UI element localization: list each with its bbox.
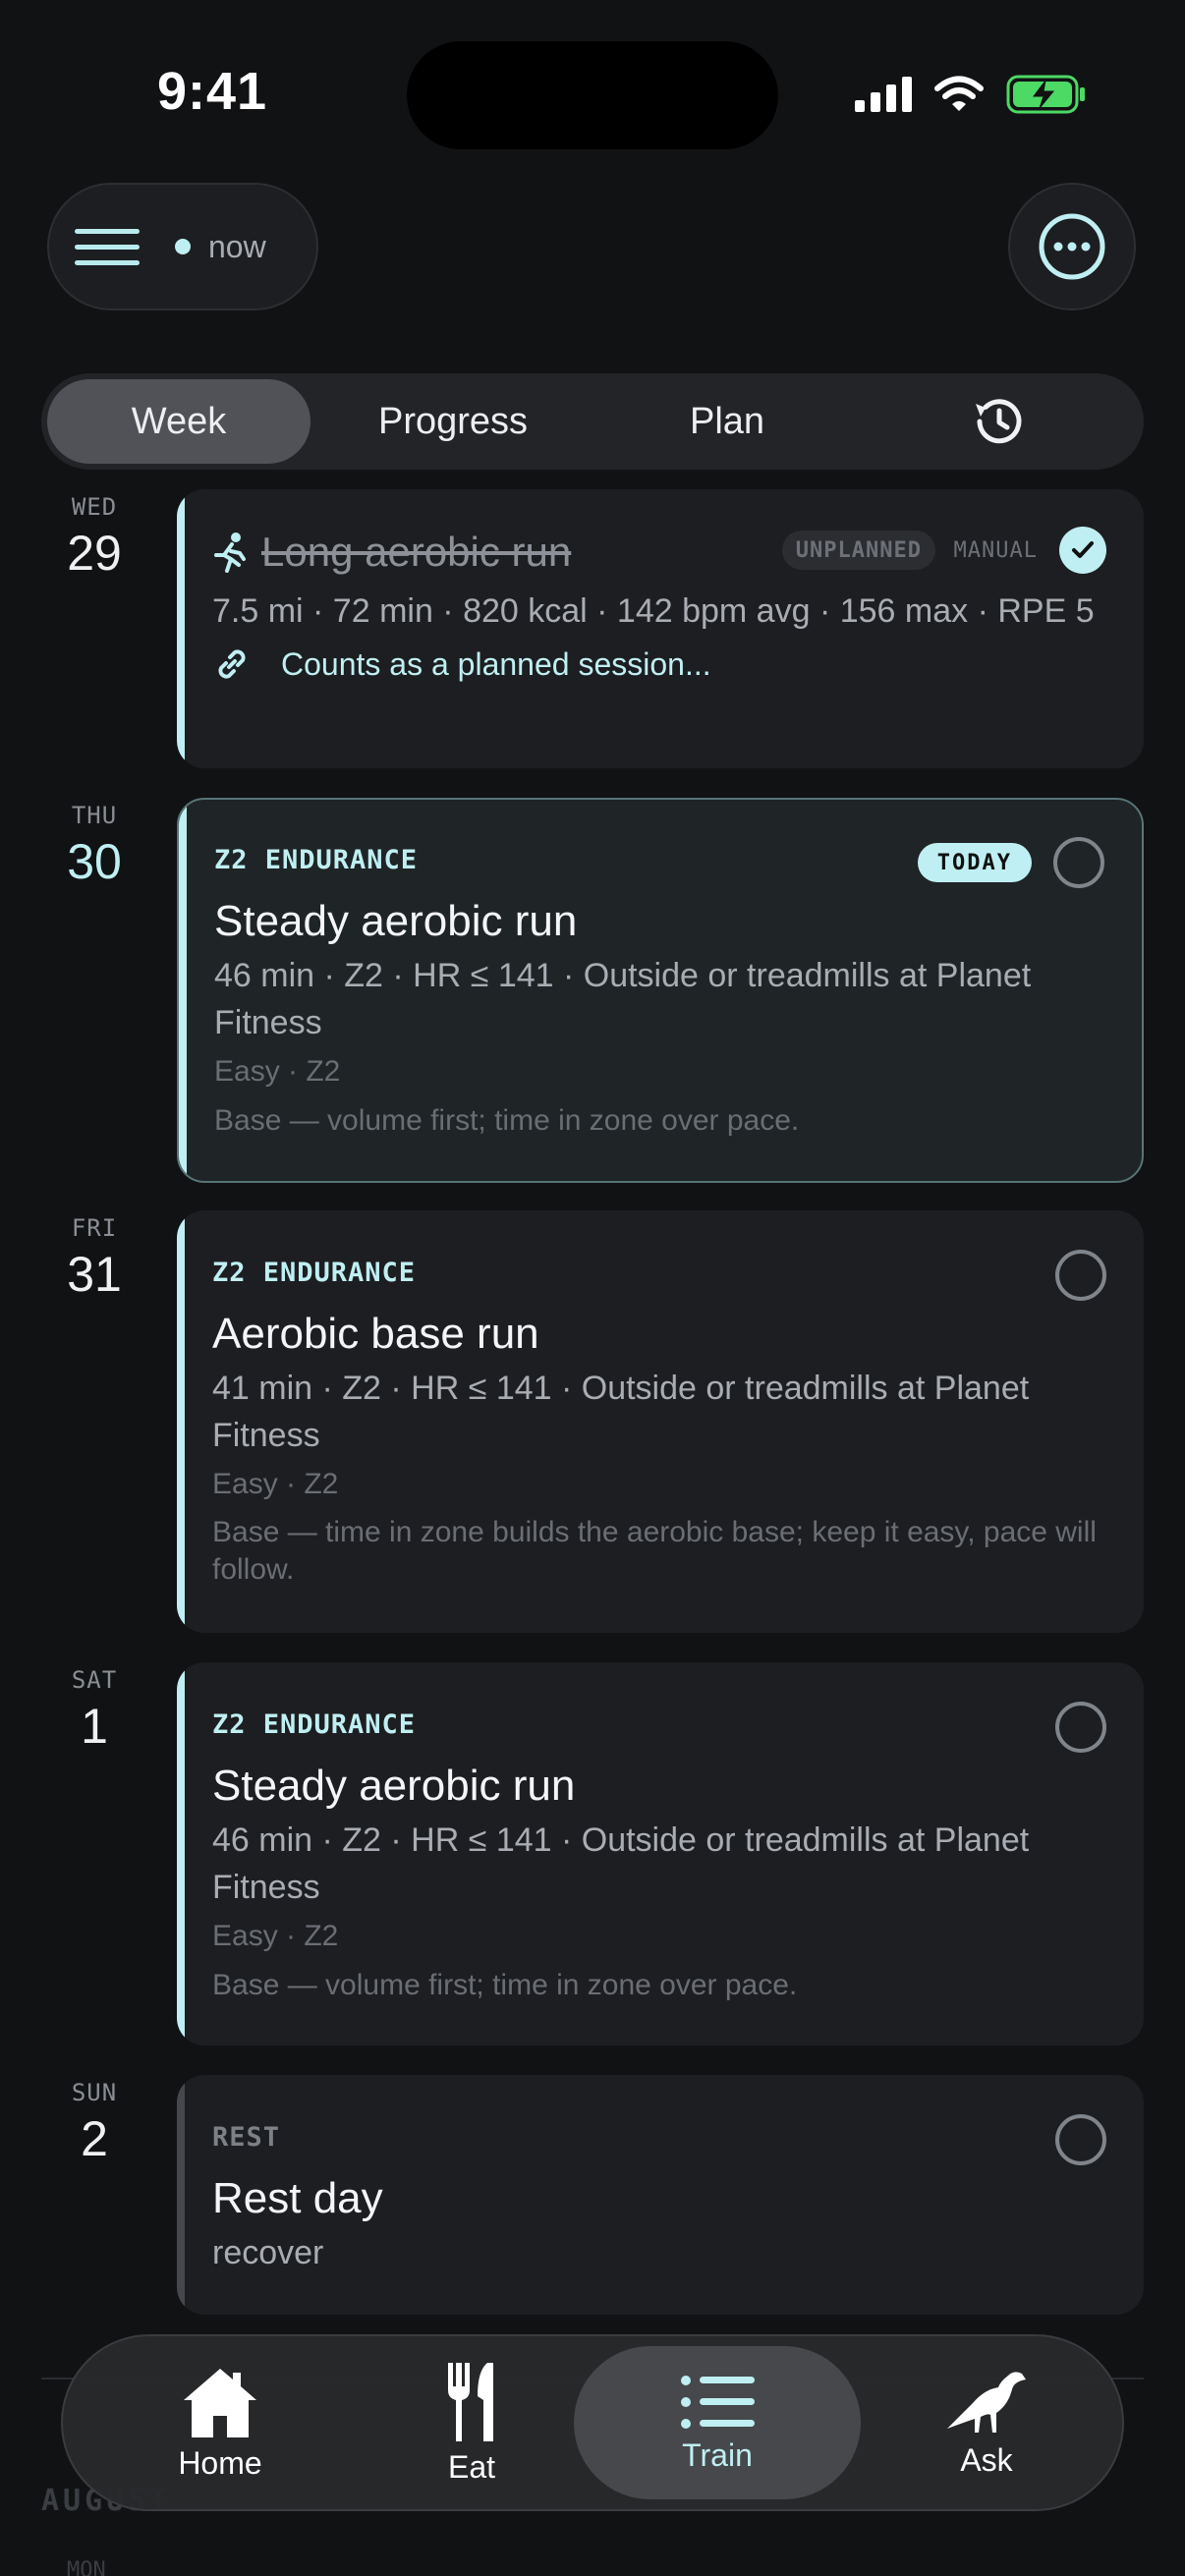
day-label-sun: SUN 2 [39,2079,149,2167]
session-tag: Z2 ENDURANCE [214,845,419,875]
weekday-label: FRI [71,1214,118,1242]
session-card-completed[interactable]: Long aerobic run UNPLANNED MANUAL 7.5 mi… [177,489,1144,768]
link-text: Counts as a planned session... [281,645,711,682]
tab-plan[interactable]: Plan [595,379,859,464]
more-options-button[interactable] [1008,183,1136,310]
weekday-label: SUN [71,2079,118,2106]
tab-home[interactable]: Home [124,2336,316,2509]
session-title: Long aerobic run [261,529,572,575]
next-weekday-label: MON [67,2558,106,2576]
weekday-label: WED [71,493,118,521]
cellular-signal-icon [855,77,912,112]
battery-charging-icon [1006,75,1085,114]
manual-label: MANUAL [953,538,1038,563]
completed-checkmark-icon[interactable] [1059,527,1106,574]
tab-week[interactable]: Week [47,379,310,464]
session-title: Aerobic base run [212,1310,539,1358]
tab-ask[interactable]: Ask [890,2336,1083,2509]
session-title: Steady aerobic run [212,1762,576,1810]
date-number: 2 [81,2111,108,2166]
menu-now-pill[interactable]: now [47,183,318,310]
tab-eat[interactable]: Eat [373,2336,570,2509]
tab-train[interactable]: Train [574,2346,861,2499]
session-detail: recover [212,2234,324,2271]
history-clock-icon [976,399,1022,444]
link-icon [218,649,246,679]
session-intensity: Easy · Z2 [212,1920,339,1952]
wifi-icon [934,76,984,111]
session-note: Base — time in zone builds the aerobic b… [212,1516,1097,1586]
session-note: Base — volume first; time in zone over p… [214,1104,800,1137]
day-label-fri: FRI 31 [39,1214,149,1303]
day-label-thu: THU 30 [39,802,149,890]
status-time: 9:41 [157,62,268,121]
running-figure-icon [214,532,246,573]
session-intensity: Easy · Z2 [212,1468,339,1500]
session-stats: 7.5 mi · 72 min · 820 kcal · 142 bpm avg… [212,592,1095,630]
card-accent-bar [177,2075,185,2315]
session-title: Rest day [212,2174,383,2222]
history-button[interactable] [859,379,1136,464]
bird-icon [947,2371,1026,2433]
tab-label: Eat [447,2448,496,2485]
session-detail: 46 min · Z2 · HR ≤ 141 · Outside or trea… [212,1821,1030,1906]
session-detail: 41 min · Z2 · HR ≤ 141 · Outside or trea… [212,1370,1030,1454]
now-label: now [208,228,266,264]
session-intensity: Easy · Z2 [214,1055,341,1088]
house-icon [184,2368,256,2437]
tab-label: Ask [960,2441,1013,2478]
session-tag: Z2 ENDURANCE [212,1258,417,1288]
card-accent-bar [179,800,187,1181]
card-accent-bar [177,1210,185,1633]
session-tag: Z2 ENDURANCE [212,1709,417,1740]
dynamic-island [407,41,778,149]
rest-day-card[interactable]: REST Rest day recover [177,2075,1144,2315]
day-label-sat: SAT 1 [39,1666,149,1755]
session-detail: 46 min · Z2 · HR ≤ 141 · Outside or trea… [214,957,1032,1041]
tab-label: Train [682,2436,753,2473]
view-segmented-control: Week Progress Plan [41,373,1144,470]
status-icons [855,75,1087,114]
fork-knife-icon [448,2362,493,2441]
link-planned-session[interactable]: Counts as a planned session... [212,644,1104,684]
session-tag: REST [212,2122,281,2153]
tab-progress[interactable]: Progress [310,379,595,464]
date-number: 1 [81,1699,108,1754]
session-note: Base — volume first; time in zone over p… [212,1969,798,2001]
weekday-label: SAT [71,1666,118,1694]
list-icon [681,2375,755,2429]
card-accent-bar [177,489,185,768]
day-label-wed: WED 29 [39,493,149,582]
card-accent-bar [177,1662,185,2045]
date-number: 31 [67,1247,122,1302]
session-card[interactable]: Z2 ENDURANCE Aerobic base run 41 min · Z… [177,1210,1144,1633]
weekday-label: THU [71,802,118,829]
session-card-today[interactable]: TODAY Z2 ENDURANCE Steady aerobic run 46… [177,798,1144,1183]
unplanned-badge: UNPLANNED [781,531,935,570]
session-title: Steady aerobic run [214,897,578,945]
hamburger-menu-icon[interactable] [75,228,140,265]
date-number: 30 [67,834,122,889]
ellipsis-circle-icon [1039,213,1105,280]
live-dot-icon [175,239,191,254]
session-card[interactable]: Z2 ENDURANCE Steady aerobic run 46 min ·… [177,1662,1144,2045]
bottom-tab-bar: Home Eat Train Ask [61,2334,1124,2511]
tab-label: Home [178,2444,262,2481]
date-number: 29 [67,526,122,581]
